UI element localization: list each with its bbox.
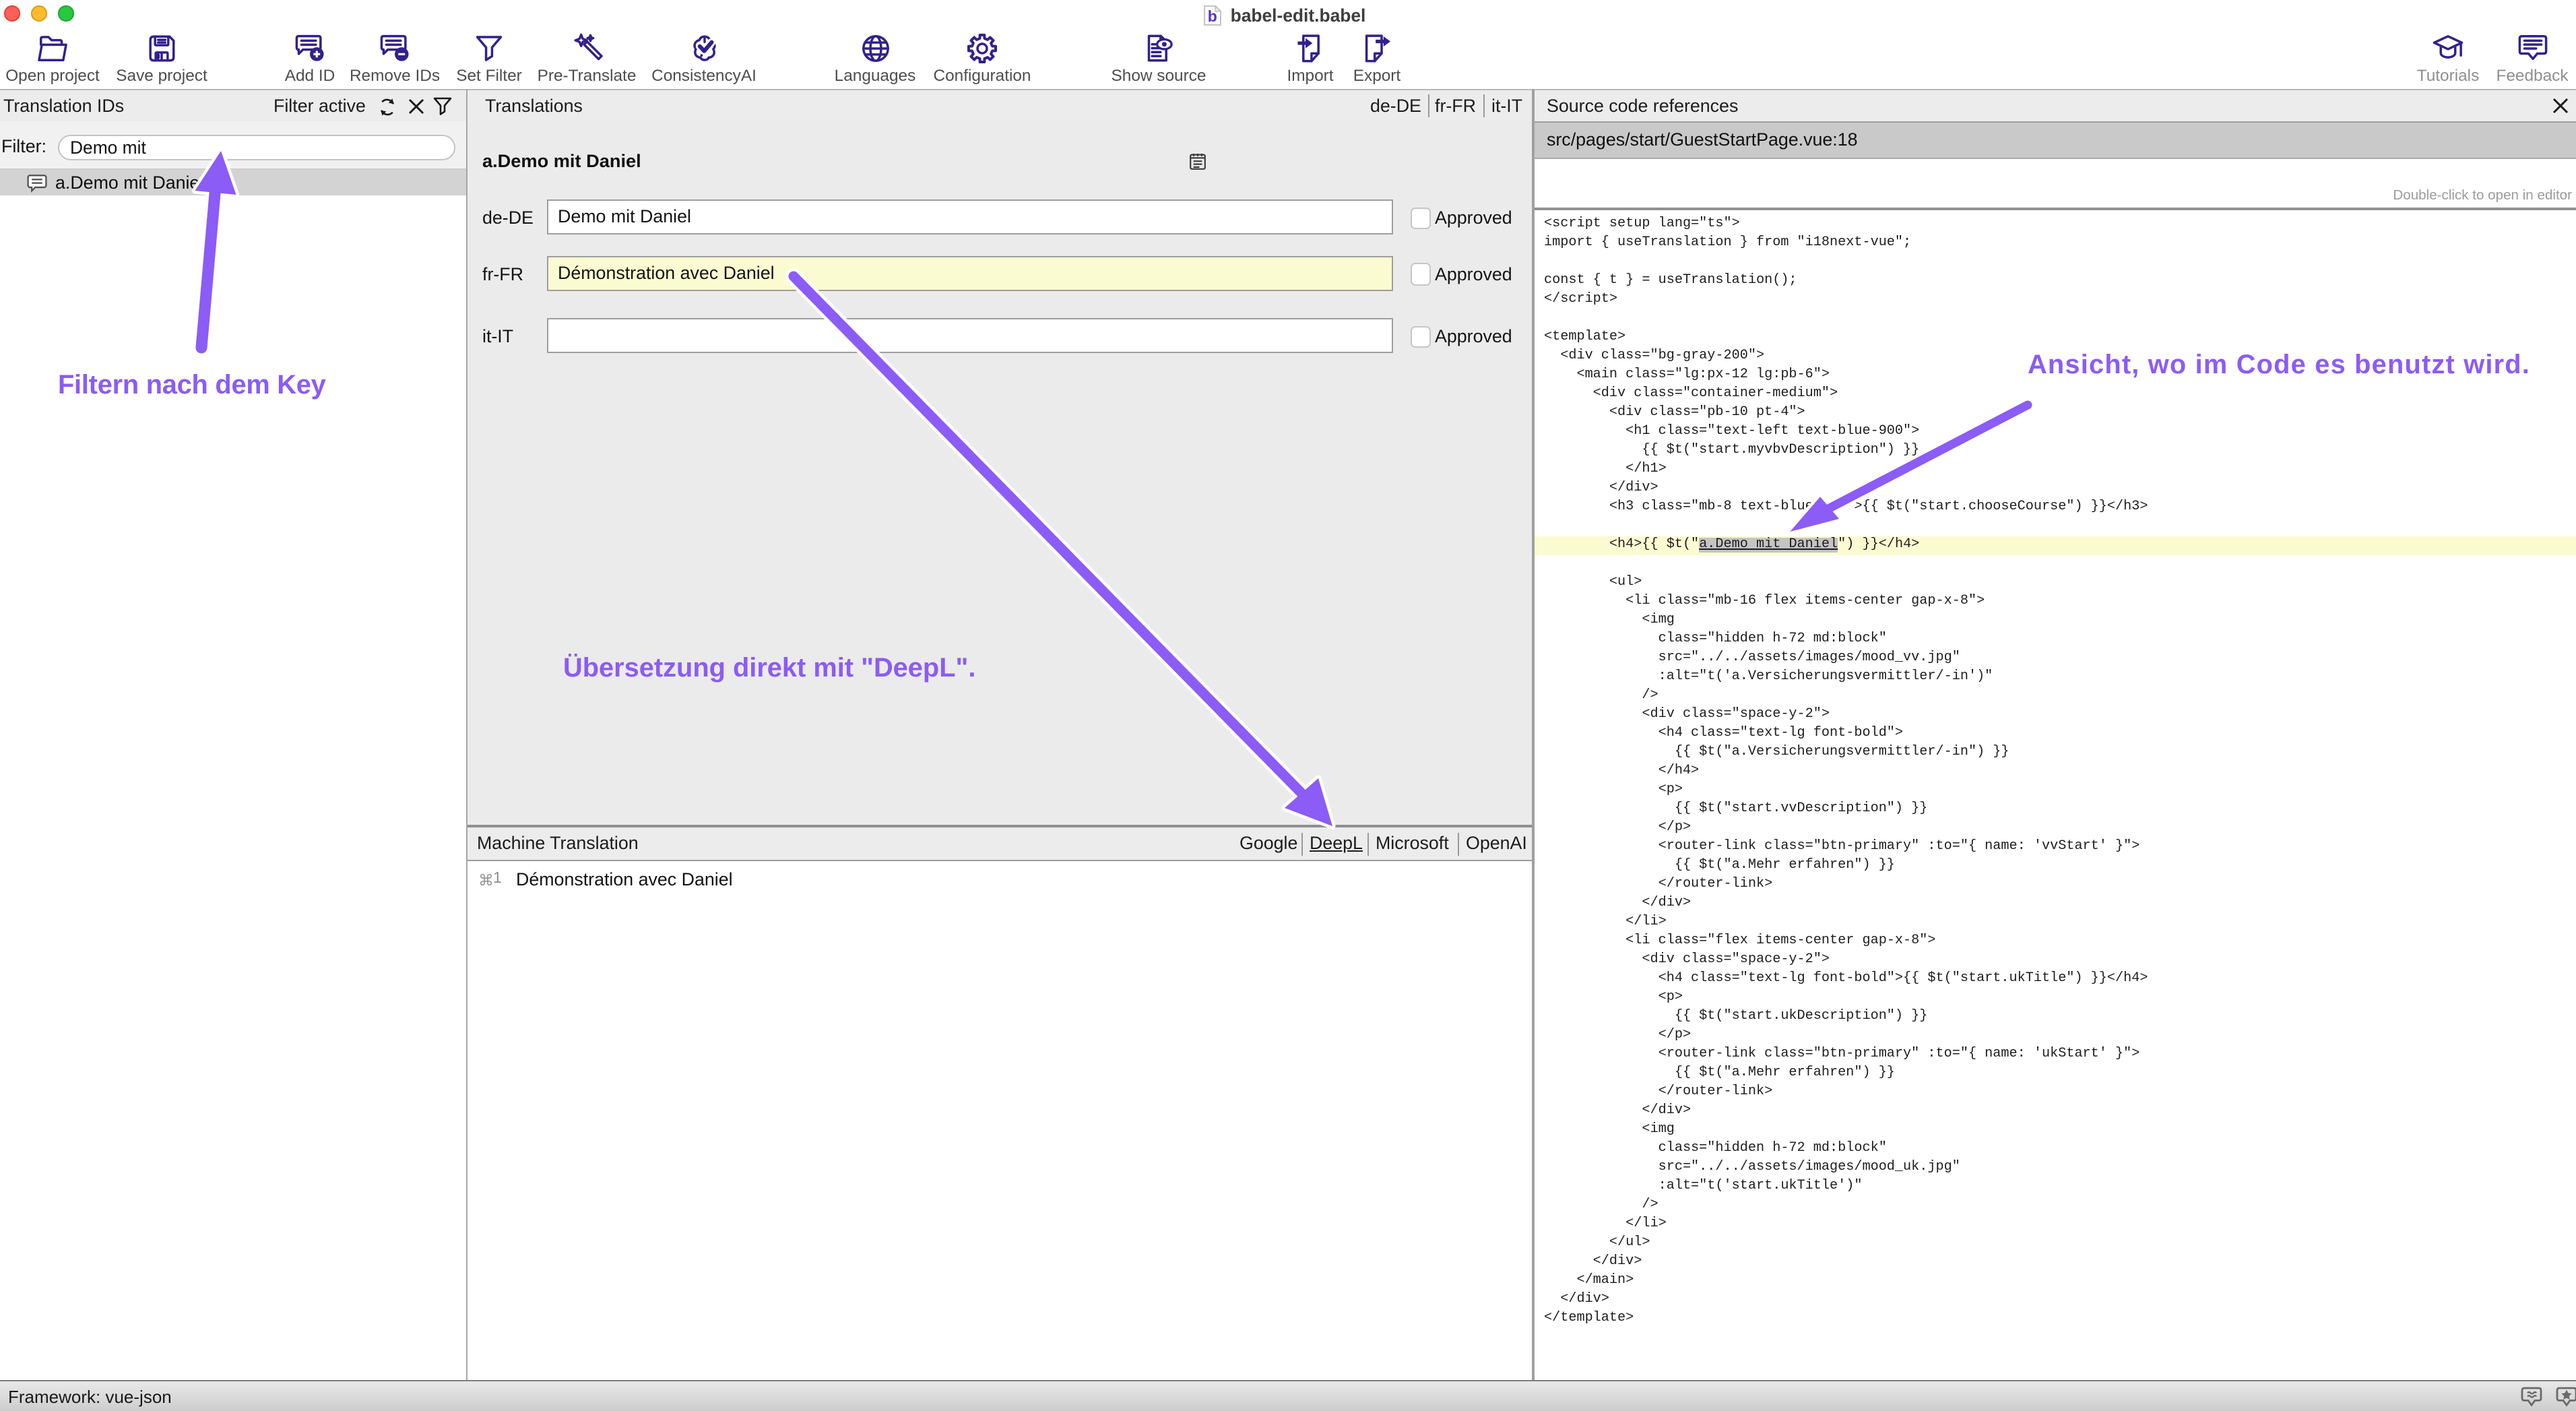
svg-text:b: b	[1208, 7, 1217, 25]
